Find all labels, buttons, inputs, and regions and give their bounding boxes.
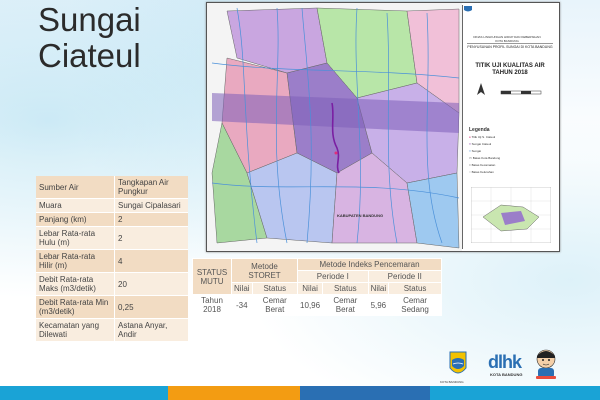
- city-emblem-icon: [464, 6, 472, 12]
- p2-status: Cemar Sedang: [388, 294, 442, 316]
- table-row: Lebar Rata-rata Hilir (m) 4: [36, 249, 188, 273]
- row-label: Panjang (km): [36, 212, 115, 227]
- header-ip: Metode Indeks Pencemaran: [297, 258, 442, 271]
- legend-item: ┄ Batas Kelurahan: [469, 170, 494, 174]
- slide-title: Sungai Ciateul: [38, 2, 141, 74]
- title-line-1: Sungai: [38, 1, 141, 38]
- legend-item: ━ Sungai Ciateul: [469, 142, 492, 146]
- table-row: Lebar Rata-rata Hulu (m) 2: [36, 226, 188, 250]
- col-nilai: Nilai: [297, 282, 324, 295]
- pollution-status-table: STATUS MUTU Metode STORET Metode Indeks …: [192, 258, 443, 316]
- legend-item: ▭ Batas Kota Bandung: [469, 156, 501, 160]
- header-status-mutu: STATUS MUTU: [192, 258, 232, 295]
- map-title: TITIK UJI KUALITAS AIR TAHUN 2018: [475, 63, 545, 76]
- header-period-1: Periode I: [297, 270, 369, 283]
- row-value: Astana Anyar, Andir: [114, 318, 188, 342]
- footer-bar-segment: [0, 386, 168, 400]
- col-nilai: Nilai: [231, 282, 253, 295]
- inset-map: [471, 187, 551, 243]
- map-subtitle: PENYUSUNAN PROFIL SUNGAI DI KOTA BANDUNG: [467, 45, 553, 49]
- dlhk-caption: KOTA BANDUNG: [490, 372, 523, 377]
- col-status: Status: [388, 282, 442, 295]
- table-row: Panjang (km) 2: [36, 212, 188, 227]
- storet-nilai: -34: [231, 294, 253, 316]
- table-row: Debit Rata-rata Min (m3/detik) 0,25: [36, 295, 188, 319]
- legend-item: ● Titik Uji S. Ciateul: [469, 135, 496, 139]
- row-label: Sumber Air: [36, 176, 115, 199]
- header-period-2: Periode II: [367, 270, 443, 283]
- table-row: Sumber Air Tangkapan Air Pungkur: [36, 176, 188, 199]
- dlhk-logo: dlhk: [488, 352, 522, 373]
- row-value: 4: [114, 249, 188, 273]
- mascot-icon: [536, 349, 556, 379]
- row-value: 2: [114, 226, 188, 250]
- legend-title: Legenda: [469, 127, 490, 133]
- table-row: Tahun 2018 -34 Cemar Berat 10,96 Cemar B…: [192, 294, 442, 316]
- north-arrow-icon: [477, 83, 485, 95]
- map-drawing: [207, 3, 462, 251]
- row-value: Tangkapan Air Pungkur: [114, 176, 188, 199]
- map-header: DINAS LINGKUNGAN HIDUP DAN KEBERSIHAN KO…: [467, 9, 553, 44]
- col-status: Status: [251, 282, 299, 295]
- header-storet: Metode STORET: [230, 258, 299, 283]
- row-label: Lebar Rata-rata Hulu (m): [36, 226, 115, 250]
- table-row: Muara Sungai Cipalasari: [36, 198, 188, 213]
- col-status: Status: [322, 282, 369, 295]
- row-value: Sungai Cipalasari: [114, 198, 188, 213]
- river-info-table: Sumber Air Tangkapan Air Pungkur Muara Sun…: [36, 176, 188, 342]
- row-value: 0,25: [114, 295, 188, 319]
- map-legend-panel: DINAS LINGKUNGAN HIDUP DAN KEBERSIHAN KO…: [462, 5, 558, 249]
- p1-status: Cemar Berat: [322, 294, 369, 316]
- col-nilai: Nilai: [367, 282, 390, 295]
- row-label: Debit Rata-rata Maks (m3/detik): [36, 272, 115, 296]
- legend-item: ┅ Batas Kecamatan: [469, 163, 496, 167]
- map-header-text: DINAS LINGKUNGAN HIDUP DAN KEBERSIHAN KO…: [473, 35, 541, 43]
- row-label: Lebar Rata-rata Hilir (m): [36, 249, 115, 273]
- p2-nilai: 5,96: [367, 294, 390, 316]
- bandung-emblem-icon: [449, 351, 467, 374]
- row-year: Tahun 2018: [192, 294, 232, 316]
- title-line-2: Ciateul: [38, 37, 141, 74]
- table-row: Debit Rata-rata Maks (m3/detik) 20: [36, 272, 188, 296]
- row-value: 20: [114, 272, 188, 296]
- row-label: Muara: [36, 198, 115, 213]
- river-map: KABUPATEN BANDUNG DINAS LINGKUNGAN HIDUP…: [206, 2, 560, 252]
- region-label: KABUPATEN BANDUNG: [337, 213, 384, 218]
- legend-item: ━ Sungai: [469, 149, 481, 153]
- dlhk-text: dlhk: [488, 352, 522, 372]
- scale-and-north: [477, 83, 542, 95]
- footer-bar-segment: [168, 386, 300, 400]
- footer-bar-segment: [300, 386, 430, 400]
- emblem-caption: KOTA BANDUNG: [440, 380, 464, 384]
- row-value: 2: [114, 212, 188, 227]
- storet-status: Cemar Berat: [251, 294, 299, 316]
- row-label: Debit Rata-rata Min (m3/detik): [36, 295, 115, 319]
- p1-nilai: 10,96: [297, 294, 324, 316]
- row-label: Kecamatan yang Dilewati: [36, 318, 115, 342]
- table-row: Kecamatan yang Dilewati Astana Anyar, And…: [36, 318, 188, 342]
- footer-bar-segment: [430, 386, 600, 400]
